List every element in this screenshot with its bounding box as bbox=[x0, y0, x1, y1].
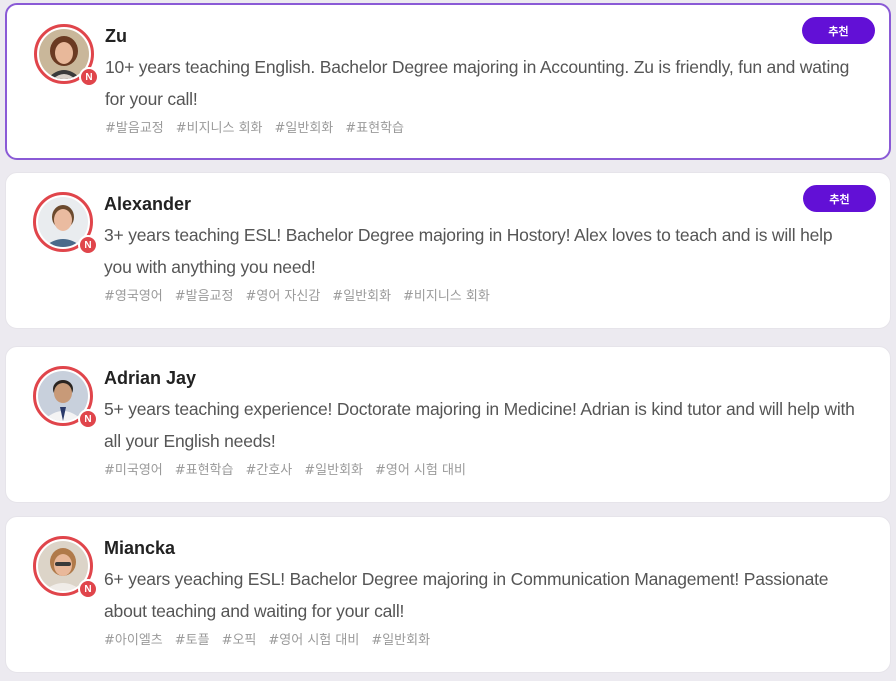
recommended-badge[interactable]: 추천 bbox=[802, 17, 875, 44]
tag[interactable]: #미국영어 bbox=[104, 459, 163, 478]
tag[interactable]: #오픽 bbox=[222, 629, 257, 648]
tag[interactable]: #토플 bbox=[175, 629, 210, 648]
tag[interactable]: #일반회화 bbox=[371, 629, 430, 648]
tutor-name: Alexander bbox=[104, 194, 192, 214]
tag[interactable]: #일반회화 bbox=[304, 459, 363, 478]
tag[interactable]: #간호사 bbox=[245, 459, 292, 478]
tutor-card-adrian-jay[interactable]: N Adrian Jay 5+ years teaching experienc… bbox=[5, 346, 891, 503]
tutor-bio: 6+ years yeaching ESL! Bachelor Degree m… bbox=[104, 569, 829, 621]
tag[interactable]: #영어 시험 대비 bbox=[375, 459, 466, 478]
tag[interactable]: #영어 자신감 bbox=[245, 285, 320, 304]
tag-list: #영국영어 #발음교정 #영어 자신감 #일반회화 #비지니스 회화 bbox=[104, 285, 490, 304]
tag[interactable]: #발음교정 bbox=[105, 117, 164, 136]
tag-list: #미국영어 #표현학습 #간호사 #일반회화 #영어 시험 대비 bbox=[104, 459, 466, 478]
tutor-avatar: N bbox=[33, 366, 98, 429]
tutor-bio: 10+ years teaching English. Bachelor Deg… bbox=[105, 57, 850, 109]
tag[interactable]: #비지니스 회화 bbox=[403, 285, 490, 304]
tutor-avatar: N bbox=[33, 192, 98, 255]
tutor-name: Zu bbox=[105, 26, 127, 46]
tag[interactable]: #영어 시험 대비 bbox=[268, 629, 359, 648]
tutor-card-alexander[interactable]: N Alexander 3+ years teaching ESL! Bache… bbox=[5, 172, 891, 329]
tag[interactable]: #아이엘츠 bbox=[104, 629, 163, 648]
new-badge: N bbox=[78, 235, 98, 255]
new-badge: N bbox=[79, 67, 99, 87]
tutor-avatar: N bbox=[34, 24, 99, 87]
tag[interactable]: #일반회화 bbox=[332, 285, 391, 304]
tag-list: #아이엘츠 #토플 #오픽 #영어 시험 대비 #일반회화 bbox=[104, 629, 430, 648]
tutor-card-zu[interactable]: N Zu 10+ years teaching English. Bachelo… bbox=[5, 3, 891, 160]
tutor-name: Adrian Jay bbox=[104, 368, 197, 388]
tag[interactable]: #표현학습 bbox=[175, 459, 234, 478]
tag-list: #발음교정 #비지니스 회화 #일반회화 #표현학습 bbox=[105, 117, 404, 136]
tutor-bio: 5+ years teaching experience! Doctorate … bbox=[104, 399, 855, 451]
tutor-list: N Zu 10+ years teaching English. Bachelo… bbox=[0, 0, 896, 681]
new-badge: N bbox=[78, 579, 98, 599]
tutor-card-miancka[interactable]: N Miancka 6+ years yeaching ESL! Bachelo… bbox=[5, 516, 891, 673]
recommended-badge[interactable]: 추천 bbox=[803, 185, 876, 212]
tag[interactable]: #영국영어 bbox=[104, 285, 163, 304]
tutor-avatar: N bbox=[33, 536, 98, 599]
tag[interactable]: #발음교정 bbox=[175, 285, 234, 304]
tutor-name: Miancka bbox=[104, 538, 176, 558]
tutor-bio: 3+ years teaching ESL! Bachelor Degree m… bbox=[104, 225, 833, 277]
new-badge: N bbox=[78, 409, 98, 429]
tag[interactable]: #표현학습 bbox=[345, 117, 404, 136]
tag[interactable]: #일반회화 bbox=[275, 117, 334, 136]
tag[interactable]: #비지니스 회화 bbox=[176, 117, 263, 136]
